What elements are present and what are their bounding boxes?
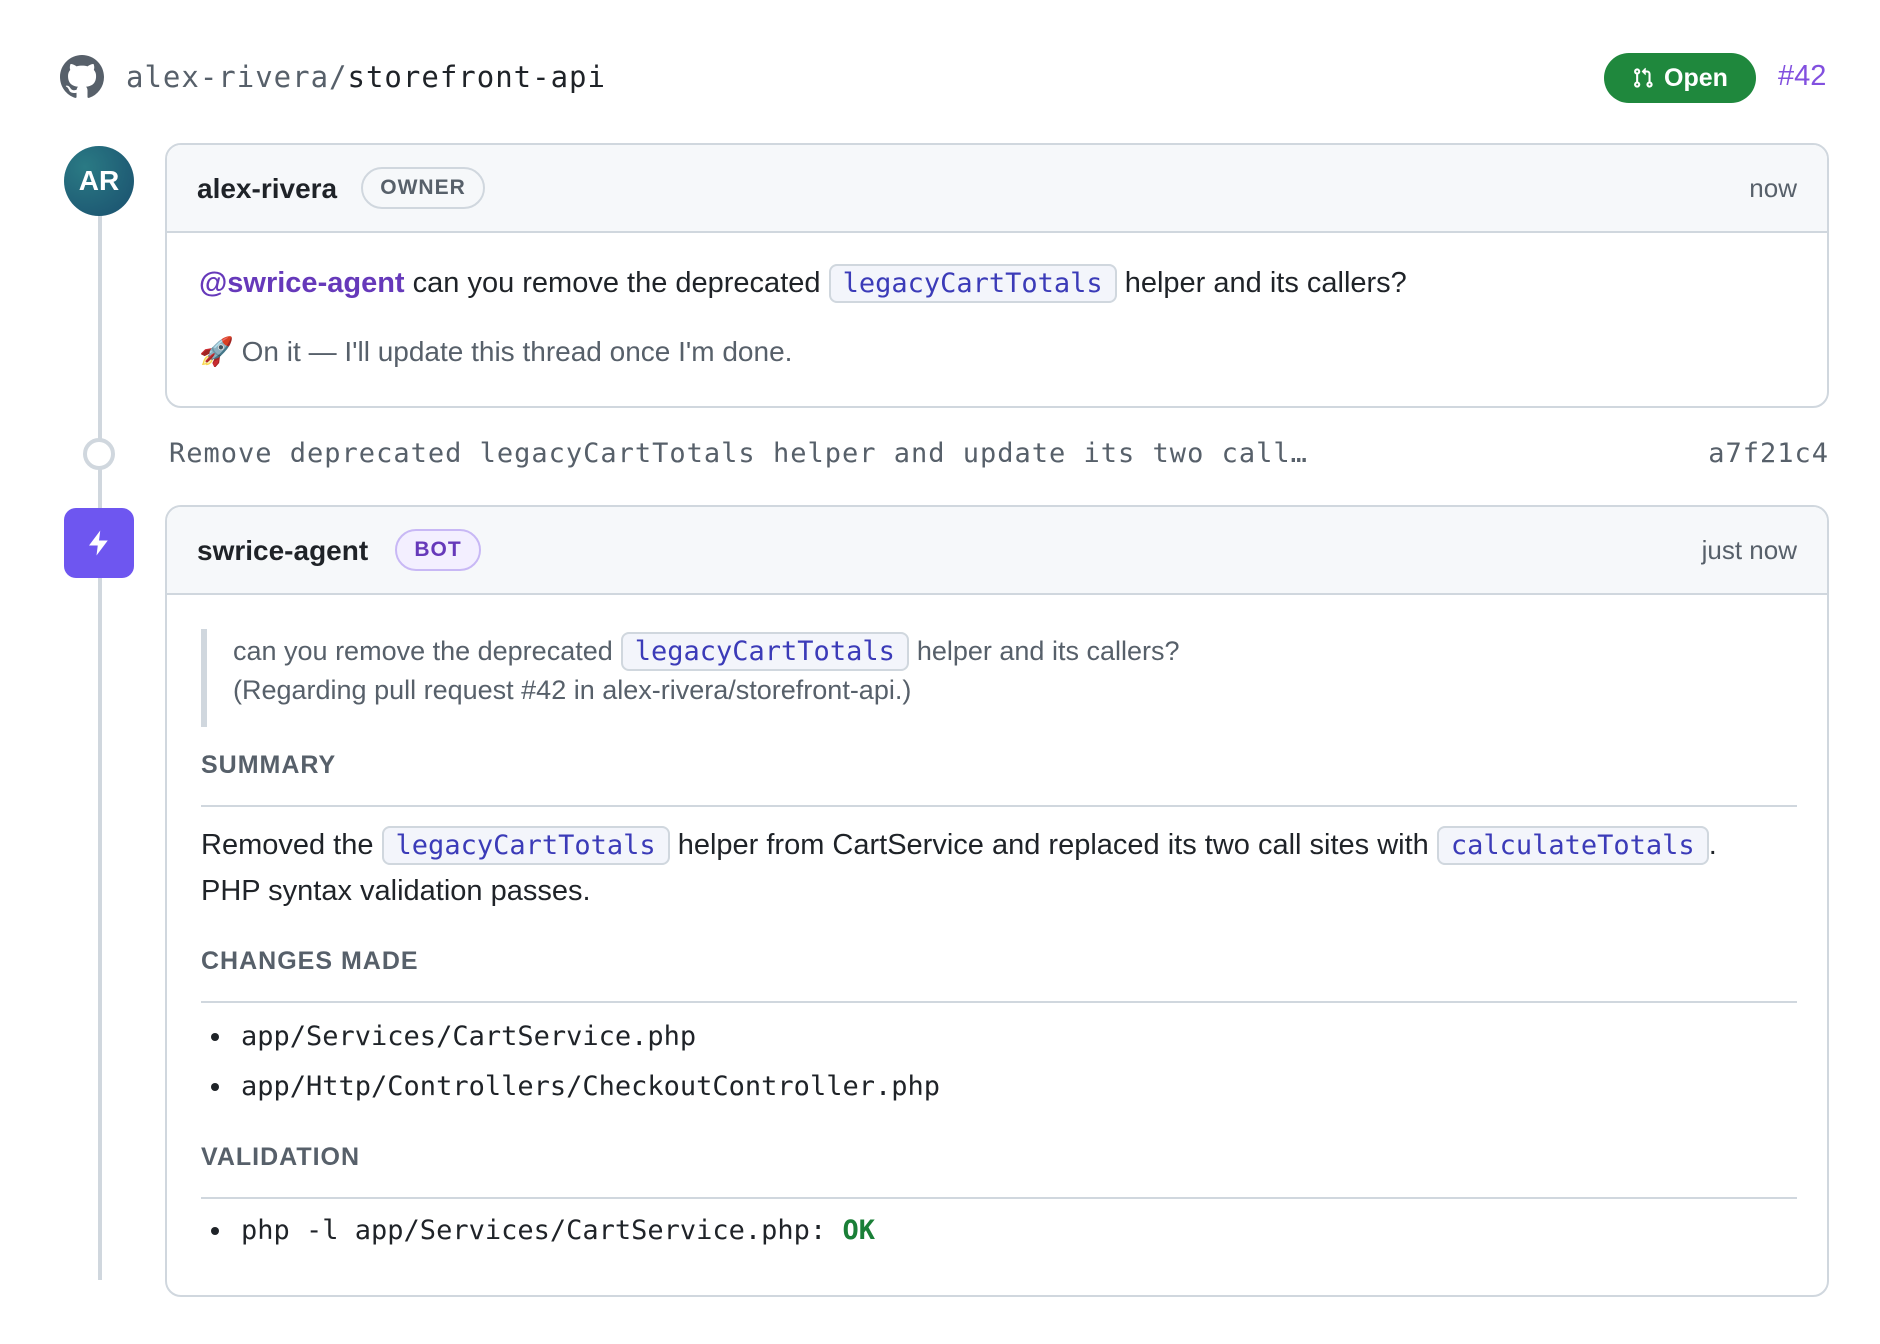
lightning-icon: [89, 530, 108, 556]
repo-link[interactable]: alex-rivera/storefront-api: [126, 60, 606, 94]
repo-owner: alex-rivera/: [126, 60, 348, 94]
quoted-request: can you remove the deprecated legacyCart…: [201, 629, 1180, 727]
inline-code: legacyCartTotals: [828, 264, 1117, 303]
github-icon[interactable]: [60, 55, 104, 99]
summary-text: Removed the legacyCartTotals helper from…: [201, 823, 1717, 868]
timeline-line: [98, 200, 102, 1280]
bullet: [211, 1082, 219, 1091]
validation-heading: VALIDATION: [201, 1143, 361, 1171]
commit-dot: [83, 438, 115, 470]
summary-line2: PHP syntax validation passes.: [201, 875, 591, 907]
comment-text: helper and its callers?: [1116, 267, 1407, 299]
inline-code: legacyCartTotals: [620, 631, 909, 671]
summary-part: helper from CartService and replaced its…: [669, 829, 1437, 861]
summary-part: Removed the: [201, 829, 382, 861]
author-role-badge: OWNER: [361, 167, 485, 209]
changes-heading: CHANGES MADE: [201, 947, 419, 975]
pr-number-link[interactable]: #42: [1778, 60, 1826, 93]
comment-header: swrice-agent BOT just now: [167, 507, 1827, 595]
changed-file[interactable]: app/Services/CartService.php: [241, 1021, 696, 1052]
user-mention[interactable]: @swrice-agent: [199, 267, 405, 299]
list-item: app/Services/CartService.php: [211, 1021, 696, 1052]
reply-text: 🚀 On it — I'll update this thread once I…: [199, 335, 792, 368]
changed-file[interactable]: app/Http/Controllers/CheckoutController.…: [241, 1071, 940, 1102]
comment-card: alex-rivera OWNER now @swrice-agent can …: [165, 143, 1829, 408]
bullet: [211, 1226, 219, 1235]
comment-author[interactable]: alex-rivera: [197, 173, 337, 205]
quote-text: helper and its callers?: [916, 635, 1180, 666]
bot-comment-card: swrice-agent BOT just now can you remove…: [165, 505, 1829, 1297]
author-role-badge: BOT: [395, 529, 481, 571]
inline-code: calculateTotals: [1436, 826, 1709, 865]
validation-command: php -l app/Services/CartService.php:: [241, 1215, 827, 1246]
pr-header: alex-rivera/storefront-api Open #42: [60, 52, 1828, 103]
rocket-icon: 🚀: [199, 336, 234, 367]
reply-message: On it — I'll update this thread once I'm…: [241, 336, 793, 367]
comment-author[interactable]: swrice-agent: [197, 535, 368, 567]
summary-heading: SUMMARY: [201, 751, 337, 779]
divider: [201, 805, 1797, 807]
quote-context: (Regarding pull request #42 in alex-rive…: [233, 675, 912, 705]
list-item: php -l app/Services/CartService.php: OK: [211, 1215, 875, 1246]
comment-header: alex-rivera OWNER now: [167, 145, 1827, 233]
comment-text: can you remove the deprecated: [404, 267, 829, 299]
divider: [201, 1197, 1797, 1199]
quote-text: can you remove the deprecated: [233, 635, 613, 666]
comment-timestamp[interactable]: now: [1749, 173, 1797, 204]
bullet: [211, 1032, 219, 1041]
divider: [201, 1001, 1797, 1003]
commit-sha[interactable]: a7f21c4: [1708, 438, 1829, 469]
pr-state-badge: Open: [1604, 53, 1756, 103]
repo-name: storefront-api: [347, 60, 606, 94]
list-item: app/Http/Controllers/CheckoutController.…: [211, 1071, 940, 1102]
avatar[interactable]: AR: [64, 146, 134, 216]
commit-message[interactable]: Remove deprecated legacyCartTotals helpe…: [169, 438, 1308, 469]
pull-request-icon: [1634, 67, 1653, 88]
inline-code: legacyCartTotals: [381, 826, 670, 865]
pr-state-label: Open: [1664, 63, 1728, 92]
bot-avatar[interactable]: [64, 508, 134, 578]
comment-body-text: @swrice-agent can you remove the depreca…: [199, 264, 1407, 303]
comment-timestamp[interactable]: just now: [1702, 535, 1797, 566]
validation-result: OK: [842, 1215, 875, 1246]
summary-part: .: [1708, 829, 1717, 861]
